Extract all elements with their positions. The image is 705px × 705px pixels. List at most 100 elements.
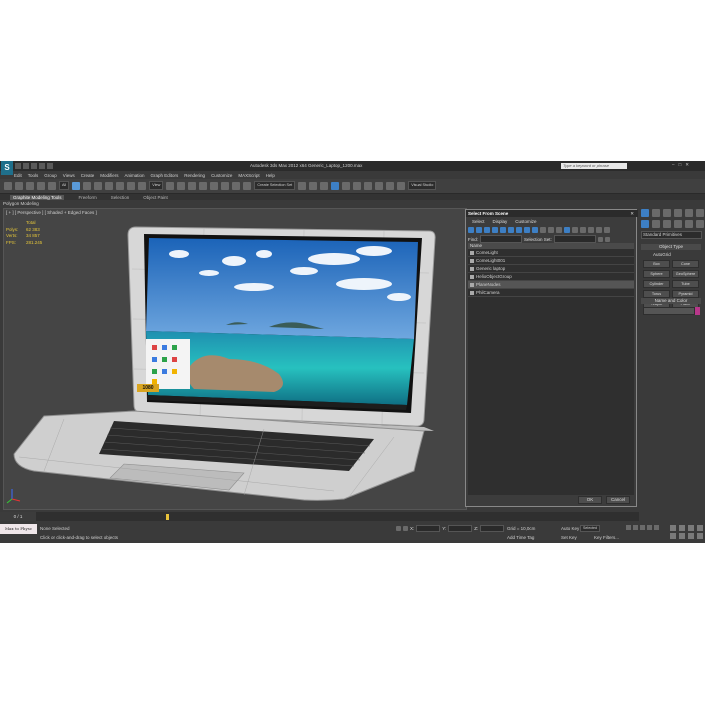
list-item[interactable]: ComeLight bbox=[468, 249, 634, 257]
utilities-tab-icon[interactable] bbox=[696, 209, 704, 217]
frame-counter[interactable]: 0 / 1 bbox=[0, 512, 36, 521]
list-item[interactable]: PhilCamera bbox=[468, 289, 634, 297]
window-crossing-icon[interactable] bbox=[105, 181, 114, 190]
align-icon[interactable] bbox=[309, 181, 318, 190]
lock-selection-icon[interactable] bbox=[396, 526, 401, 531]
select-all-icon[interactable] bbox=[572, 227, 578, 233]
maximize-icon[interactable]: □ bbox=[679, 162, 682, 168]
motion-tab-icon[interactable] bbox=[674, 209, 682, 217]
keyboard-shortcut-icon[interactable] bbox=[188, 181, 197, 190]
percent-snap-icon[interactable] bbox=[221, 181, 230, 190]
absolute-mode-icon[interactable] bbox=[403, 526, 408, 531]
lights-icon[interactable] bbox=[663, 220, 671, 228]
search-input[interactable]: Type a keyword or phrase bbox=[561, 163, 627, 169]
ribbon-tab-object-paint[interactable]: Object Paint bbox=[143, 195, 168, 200]
maximize-viewport-icon[interactable] bbox=[697, 533, 703, 539]
menu-item-graph-editors[interactable]: Graph Editors bbox=[151, 173, 179, 178]
studio-dropdown[interactable]: Visual Studio bbox=[408, 181, 437, 190]
modify-tab-icon[interactable] bbox=[652, 209, 660, 217]
delete-set-icon[interactable] bbox=[604, 236, 610, 242]
dialog-menu-display[interactable]: Display bbox=[493, 219, 508, 224]
redo-icon[interactable] bbox=[15, 181, 23, 190]
sync-selection-icon[interactable] bbox=[564, 227, 570, 233]
go-to-start-icon[interactable] bbox=[626, 525, 631, 530]
rendered-frame-icon[interactable] bbox=[386, 181, 395, 190]
ribbon-tab-freeform[interactable]: Freeform bbox=[78, 195, 96, 200]
autogrid-checkbox[interactable]: AutoGrid bbox=[653, 252, 671, 257]
dialog-menu-customize[interactable]: Customize bbox=[515, 219, 536, 224]
primitive-cylinder-button[interactable]: Cylinder bbox=[643, 280, 670, 288]
open-icon[interactable] bbox=[23, 163, 29, 169]
list-item[interactable]: ComeLight001 bbox=[468, 257, 634, 265]
y-coordinate-field[interactable] bbox=[448, 525, 473, 532]
play-icon[interactable] bbox=[640, 525, 645, 530]
pan-icon[interactable] bbox=[679, 533, 685, 539]
primitive-torus-button[interactable]: Torus bbox=[643, 290, 670, 298]
primitive-pyramid-button[interactable]: Pyramid bbox=[672, 290, 699, 298]
bind-space-warp-icon[interactable] bbox=[48, 181, 56, 190]
perspective-viewport[interactable]: [ + ] [ Perspective ] [ Shaded + Edged F… bbox=[3, 208, 467, 510]
move-icon[interactable] bbox=[116, 181, 125, 190]
undo-icon[interactable] bbox=[4, 181, 12, 190]
display-xrefs-icon[interactable] bbox=[524, 227, 530, 233]
key-filters-button[interactable]: Key Filters... bbox=[594, 535, 619, 540]
primitive-geosphere-button[interactable]: GeoSphere bbox=[672, 270, 699, 278]
display-cameras-icon[interactable] bbox=[492, 227, 498, 233]
key-mode-dropdown[interactable]: Selected bbox=[580, 525, 600, 532]
maxscript-listener[interactable]: Max to Physc bbox=[0, 524, 37, 534]
spinner-snap-icon[interactable] bbox=[232, 181, 241, 190]
edit-named-selection-icon[interactable] bbox=[243, 181, 252, 190]
zoom-icon[interactable] bbox=[670, 525, 676, 531]
menu-item-views[interactable]: Views bbox=[63, 173, 75, 178]
zoom-extents-icon[interactable] bbox=[688, 525, 694, 531]
dialog-close-icon[interactable]: ✕ bbox=[630, 210, 634, 217]
geometry-icon[interactable] bbox=[641, 220, 649, 228]
z-coordinate-field[interactable] bbox=[480, 525, 505, 532]
angle-snap-icon[interactable] bbox=[210, 181, 219, 190]
rotate-icon[interactable] bbox=[127, 181, 136, 190]
list-item[interactable]: HelioObjectGroup bbox=[468, 273, 634, 281]
select-manipulate-icon[interactable] bbox=[177, 181, 186, 190]
name-color-rollout[interactable]: Name and Color bbox=[641, 298, 701, 304]
display-shapes-icon[interactable] bbox=[476, 227, 482, 233]
display-geometry-icon[interactable] bbox=[468, 227, 474, 233]
primitive-cone-button[interactable]: Cone bbox=[672, 260, 699, 268]
curve-editor-icon[interactable] bbox=[342, 181, 351, 190]
primitive-sphere-button[interactable]: Sphere bbox=[643, 270, 670, 278]
next-frame-icon[interactable] bbox=[647, 525, 652, 530]
menu-item-edit[interactable]: Edit bbox=[14, 173, 22, 178]
list-item[interactable]: PlaneNodes bbox=[468, 281, 634, 289]
x-coordinate-field[interactable] bbox=[416, 525, 441, 532]
primitive-tube-button[interactable]: Tube bbox=[672, 280, 699, 288]
display-groups-icon[interactable] bbox=[516, 227, 522, 233]
list-item[interactable]: Generic laptop bbox=[468, 265, 634, 273]
named-selection-dropdown[interactable]: Create Selection Set bbox=[254, 181, 296, 190]
menu-item-tools[interactable]: Tools bbox=[28, 173, 39, 178]
menu-item-create[interactable]: Create bbox=[81, 173, 95, 178]
invert-display-icon[interactable] bbox=[556, 227, 562, 233]
link-icon[interactable] bbox=[26, 181, 34, 190]
scale-icon[interactable] bbox=[138, 181, 147, 190]
material-editor-icon[interactable] bbox=[364, 181, 373, 190]
auto-key-button[interactable]: Auto Key bbox=[561, 526, 579, 531]
ribbon-tab-selection[interactable]: Selection bbox=[111, 195, 130, 200]
ok-button[interactable]: OK bbox=[578, 496, 602, 504]
undo-icon[interactable] bbox=[39, 163, 45, 169]
selection-filter-dropdown[interactable]: All bbox=[59, 181, 70, 190]
mirror-icon[interactable] bbox=[298, 181, 307, 190]
set-key-button[interactable]: Set Key bbox=[561, 535, 577, 540]
display-spacewarps-icon[interactable] bbox=[508, 227, 514, 233]
minimize-icon[interactable]: – bbox=[672, 162, 675, 168]
zoom-all-icon[interactable] bbox=[679, 525, 685, 531]
shapes-icon[interactable] bbox=[652, 220, 660, 228]
selection-set-dropdown[interactable] bbox=[553, 235, 596, 243]
close-icon[interactable]: ✕ bbox=[685, 162, 689, 168]
snaps-toggle-icon[interactable] bbox=[199, 181, 208, 190]
app-logo-icon[interactable]: S bbox=[1, 161, 13, 175]
display-lights-icon[interactable] bbox=[484, 227, 490, 233]
add-time-tag[interactable]: Add Time Tag bbox=[507, 535, 534, 540]
layer-manager-icon[interactable] bbox=[320, 181, 329, 190]
playhead-marker[interactable] bbox=[166, 514, 169, 520]
select-none-icon[interactable] bbox=[580, 227, 586, 233]
dialog-menu-select[interactable]: Select bbox=[472, 219, 485, 224]
